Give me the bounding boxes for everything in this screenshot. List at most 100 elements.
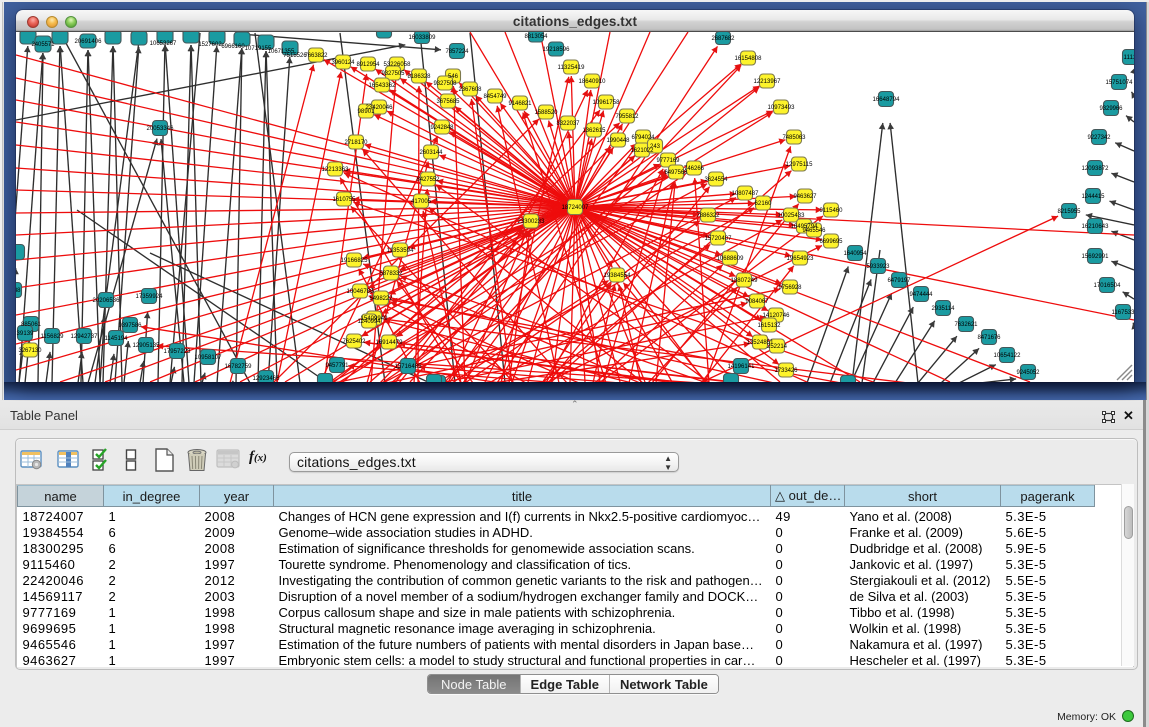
svg-text:8322037: 8322037: [557, 121, 581, 127]
svg-text:12923466: 12923466: [253, 376, 281, 382]
svg-text:7515526: 7515526: [283, 53, 307, 59]
svg-text:9242848: 9242848: [431, 125, 455, 131]
svg-text:2935114: 2935114: [932, 306, 956, 312]
svg-text:18640910: 18640910: [579, 79, 607, 85]
svg-text:12093872: 12093872: [1082, 166, 1110, 172]
svg-text:9327505: 9327505: [382, 71, 406, 77]
svg-text:10973493: 10973493: [768, 105, 796, 111]
svg-text:1588520: 1588520: [535, 110, 559, 116]
svg-text:10654122: 10654122: [994, 353, 1022, 359]
svg-text:3267130: 3267130: [19, 348, 43, 354]
svg-text:1527602: 1527602: [198, 42, 222, 48]
svg-text:16648794: 16648794: [873, 97, 901, 103]
svg-text:15751074: 15751074: [1106, 80, 1134, 86]
svg-text:1362615: 1362615: [583, 128, 607, 134]
svg-text:746266: 746266: [684, 166, 705, 172]
svg-text:16033809: 16033809: [409, 35, 437, 41]
svg-text:8912954: 8912954: [357, 62, 381, 68]
svg-text:1112: 1112: [1124, 55, 1135, 61]
svg-text:10961758: 10961758: [593, 100, 621, 106]
svg-text:7632621: 7632621: [955, 322, 979, 328]
svg-text:9245052: 9245052: [1017, 370, 1041, 376]
svg-text:7485063: 7485063: [783, 135, 807, 141]
svg-text:7625402: 7625402: [343, 339, 367, 345]
svg-text:8215955: 8215955: [1058, 209, 1082, 215]
svg-text:10807487: 10807487: [732, 191, 760, 197]
svg-text:3675685: 3675685: [437, 99, 461, 105]
svg-text:1145194: 1145194: [105, 336, 129, 342]
svg-text:9115460: 9115460: [820, 208, 844, 214]
svg-text:10046788: 10046788: [347, 289, 375, 295]
svg-text:7886322: 7886322: [697, 213, 721, 219]
svg-text:23300233: 23300233: [518, 219, 546, 225]
svg-text:18807249: 18807249: [731, 278, 759, 284]
svg-text:3960124: 3960124: [332, 60, 356, 66]
svg-text:9084067: 9084067: [746, 299, 770, 305]
svg-text:9463627: 9463627: [794, 194, 818, 200]
svg-text:16210643: 16210643: [1082, 224, 1110, 230]
svg-text:12213967: 12213967: [754, 79, 782, 85]
svg-text:19218596: 19218596: [543, 47, 571, 53]
svg-text:7857224: 7857224: [446, 49, 470, 55]
svg-text:12975115: 12975115: [786, 162, 814, 168]
svg-text:7955812: 7955812: [616, 114, 640, 120]
svg-text:15692991: 15692991: [1082, 254, 1110, 260]
svg-text:8186328: 8186328: [408, 74, 432, 80]
svg-text:2367608: 2367608: [459, 87, 483, 93]
svg-text:2687682: 2687682: [712, 36, 736, 42]
svg-text:19654923: 19654923: [787, 256, 815, 262]
svg-text:417005: 417005: [411, 199, 432, 205]
svg-text:9465546: 9465546: [803, 228, 827, 234]
svg-text:5933923: 5933923: [867, 264, 891, 270]
svg-text:243: 243: [650, 144, 661, 150]
svg-text:8813054: 8813054: [525, 34, 549, 40]
svg-text:2405571: 2405571: [32, 42, 56, 48]
svg-text:20691406: 20691406: [75, 39, 103, 45]
svg-text:10653267: 10653267: [150, 41, 177, 47]
svg-text:9397586: 9397586: [119, 323, 143, 329]
svg-text:2718170: 2718170: [345, 140, 369, 146]
svg-text:2603144: 2603144: [420, 150, 444, 156]
svg-text:11353594: 11353594: [387, 248, 415, 254]
svg-text:1167533: 1167533: [1112, 310, 1135, 316]
svg-text:1733426: 1733426: [775, 368, 799, 374]
svg-text:15716485: 15716485: [395, 364, 423, 370]
svg-text:9327508: 9327508: [434, 81, 458, 87]
svg-text:10958107: 10958107: [195, 355, 223, 361]
svg-text:17016504: 17016504: [1094, 283, 1122, 289]
svg-text:1610755: 1610755: [333, 197, 357, 203]
svg-text:98901: 98901: [358, 109, 376, 115]
svg-text:1990448: 1990448: [607, 138, 631, 144]
svg-text:16914479: 16914479: [376, 340, 404, 346]
svg-text:9457791: 9457791: [326, 363, 350, 369]
svg-text:16782759: 16782759: [225, 364, 253, 370]
svg-text:1240994: 1240994: [358, 319, 382, 325]
svg-text:11325419: 11325419: [558, 65, 586, 71]
svg-text:6699695: 6699695: [820, 239, 844, 245]
svg-text:1156829: 1156829: [41, 334, 65, 340]
svg-text:6479197: 6479197: [888, 278, 912, 284]
svg-text:14120746: 14120746: [763, 313, 791, 319]
svg-text:12905135: 12905135: [133, 343, 161, 349]
svg-text:9938: 9938: [16, 288, 21, 294]
svg-text:17359924: 17359924: [136, 294, 164, 300]
svg-text:20206536: 20206536: [93, 298, 121, 304]
svg-text:20053346: 20053346: [147, 126, 175, 132]
svg-text:5498222: 5498222: [370, 296, 394, 302]
svg-text:10688609: 10688609: [717, 256, 745, 262]
svg-text:12213363: 12213363: [322, 167, 350, 173]
svg-text:16543362: 16543362: [369, 83, 397, 89]
svg-text:15720407: 15720407: [705, 236, 733, 242]
svg-text:19384554: 19384554: [604, 273, 632, 279]
svg-text:53226058: 53226058: [384, 62, 412, 68]
svg-text:3624554: 3624554: [705, 177, 729, 183]
svg-text:9227342: 9227342: [1088, 135, 1112, 141]
svg-text:8427552: 8427552: [417, 177, 441, 183]
svg-text:1615132: 1615132: [758, 323, 782, 329]
svg-text:9329966: 9329966: [1100, 106, 1124, 112]
svg-text:10025433: 10025433: [778, 213, 806, 219]
svg-text:62160: 62160: [755, 201, 773, 207]
svg-text:8454749: 8454749: [484, 94, 508, 100]
svg-text:7663822: 7663822: [305, 53, 329, 59]
svg-text:19166825: 19166825: [341, 258, 369, 264]
